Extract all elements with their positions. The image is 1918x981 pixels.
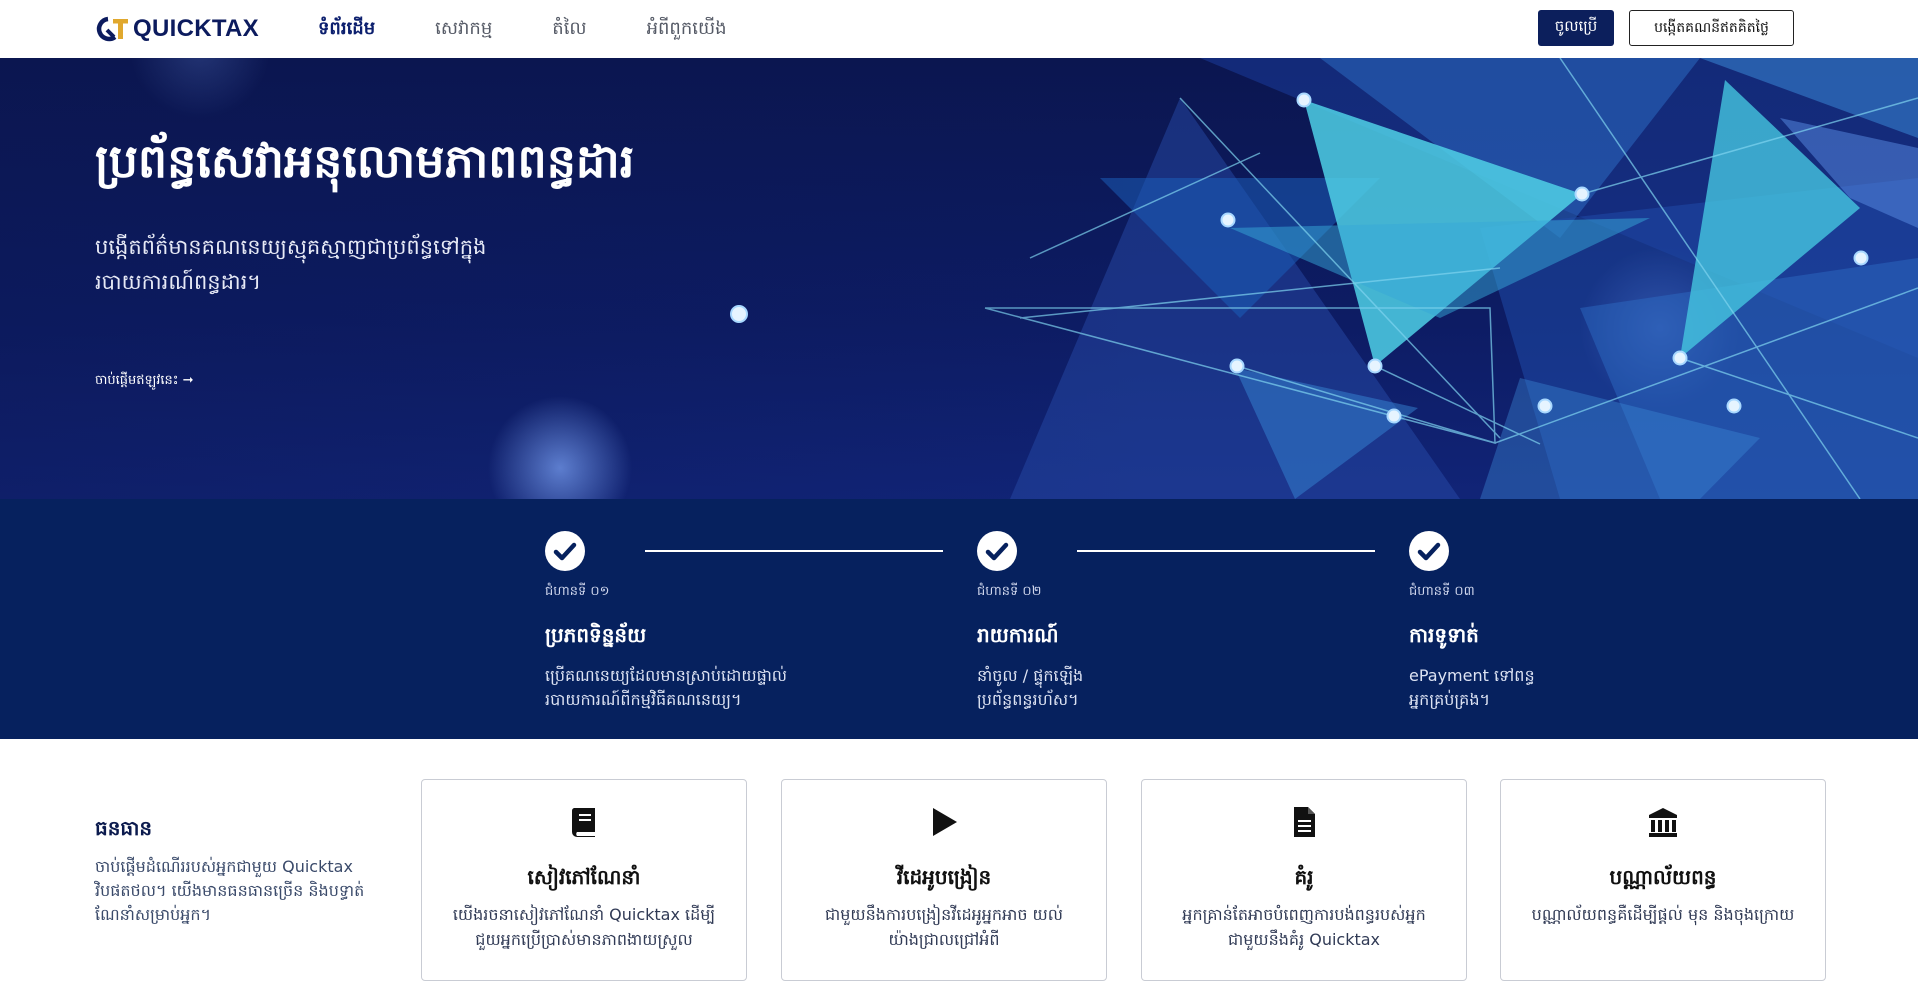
check-circle-icon [545, 531, 585, 571]
step-description: ePayment ទៅពន្ធ អ្នកគ្រប់គ្រង។ [1409, 666, 1535, 709]
resources-heading: ធនធាន [95, 816, 153, 840]
card-description: បណ្ណាល័យពន្ធគឺដើម្បីផ្តល់ មុន និងចុងក្រោ… [1531, 905, 1795, 924]
step-number: ជំហានទី ០១ [545, 584, 610, 599]
play-icon [933, 808, 957, 836]
resource-card-videos[interactable]: វីដេអូបង្រៀន ជាមួយនឹងការបង្រៀនវីដេអូអ្នក… [781, 779, 1107, 981]
card-title: វីដេអូបង្រៀន [896, 865, 992, 889]
hero-subtitle: បង្កើតព័ត៌មានគណនេយ្យស្មុគស្មាញជាប្រព័ន្ធ… [95, 235, 487, 294]
signup-button[interactable]: បង្កើតគណនីឥតគិតថ្លៃ [1629, 10, 1794, 46]
resource-card-templates[interactable]: គំរូ អ្នកគ្រាន់តែអាចបំពេញការបង់ពន្ធរបស់អ… [1141, 779, 1467, 981]
hero-title: ប្រព័ន្ធសេវាអនុលោមភាពពន្ធដារ [95, 134, 635, 188]
logo-text: QUICKTAX [133, 15, 259, 42]
resource-card-guide[interactable]: សៀវភៅណែនាំ យើងរចនាសៀវភៅណែនាំ Quicktax ដើ… [421, 779, 747, 981]
qt-logo-icon [96, 16, 128, 42]
resources-intro: ធនធាន ចាប់ផ្តើមដំណើររបស់អ្នកជាមួយ Quickt… [95, 815, 375, 927]
step-number: ជំហានទី ០២ [977, 584, 1042, 599]
nav-link-about[interactable]: អំពីពួកយើង [647, 16, 727, 43]
main-menu: ទំព័រដើម សេវាកម្ម តំលៃ អំពីពួកយើង [318, 0, 787, 58]
get-started-label: ចាប់ផ្តើមឥឡូវនេះ [95, 373, 179, 388]
top-navbar: QUICKTAX ទំព័រដើម សេវាកម្ម តំលៃ អំពីពួកយ… [0, 0, 1918, 59]
step-connector [1077, 550, 1375, 552]
quicktax-logo[interactable]: QUICKTAX [95, 15, 259, 43]
step-title: ការទូទាត់ [1409, 623, 1479, 647]
nav-link-pricing[interactable]: តំលៃ [552, 16, 586, 43]
bank-icon [1649, 808, 1677, 837]
step-description: ប្រើគណនេយ្យដែលមានស្រាប់ដោយផ្ទាល់ របាយការ… [545, 666, 788, 709]
card-title: សៀវភៅណែនាំ [527, 865, 641, 889]
step-number: ជំហានទី ០៣ [1409, 584, 1475, 599]
steps-section: ជំហានទី ០១ ប្រភពទិន្នន័យ ប្រើគណនេយ្យដែលម… [0, 499, 1918, 739]
get-started-link[interactable]: ចាប់ផ្តើមឥឡូវនេះ ➞ [95, 372, 194, 391]
login-button[interactable]: ចូលប្រើ [1538, 10, 1614, 46]
step-title: រាយការណ៍ [977, 623, 1059, 647]
step-description: នាំចូល / ផ្ទុកឡើង ប្រព័ន្ធពន្ធរហ័ស។ [977, 666, 1084, 709]
card-title: គំរូ [1294, 865, 1314, 889]
hero-banner: ប្រព័ន្ធសេវាអនុលោមភាពពន្ធដារ បង្កើតព័ត៌ម… [0, 58, 1918, 499]
step-item: ជំហានទី ០២ រាយការណ៍ នាំចូល / ផ្ទុកឡើង ប្… [977, 531, 1083, 712]
card-title: បណ្ណាល័យពន្ធ [1609, 865, 1717, 889]
step-title: ប្រភពទិន្នន័យ [545, 623, 647, 647]
resource-card-tax-library[interactable]: បណ្ណាល័យពន្ធ បណ្ណាល័យពន្ធគឺដើម្បីផ្តល់ ម… [1500, 779, 1826, 981]
step-item: ជំហានទី ០១ ប្រភពទិន្នន័យ ប្រើគណនេយ្យដែលម… [545, 531, 787, 712]
check-circle-icon [977, 531, 1017, 571]
nav-link-home[interactable]: ទំព័រដើម [318, 16, 375, 43]
book-icon [571, 808, 595, 837]
check-circle-icon [1409, 531, 1449, 571]
document-icon [1294, 807, 1315, 837]
nav-link-services[interactable]: សេវាកម្ម [435, 16, 492, 43]
resources-text: ចាប់ផ្តើមដំណើររបស់អ្នកជាមួយ Quicktax វិប… [95, 857, 365, 924]
arrow-right-icon: ➞ [182, 373, 194, 388]
step-item: ជំហានទី ០៣ ការទូទាត់ ePayment ទៅពន្ធ អ្ន… [1409, 531, 1535, 712]
